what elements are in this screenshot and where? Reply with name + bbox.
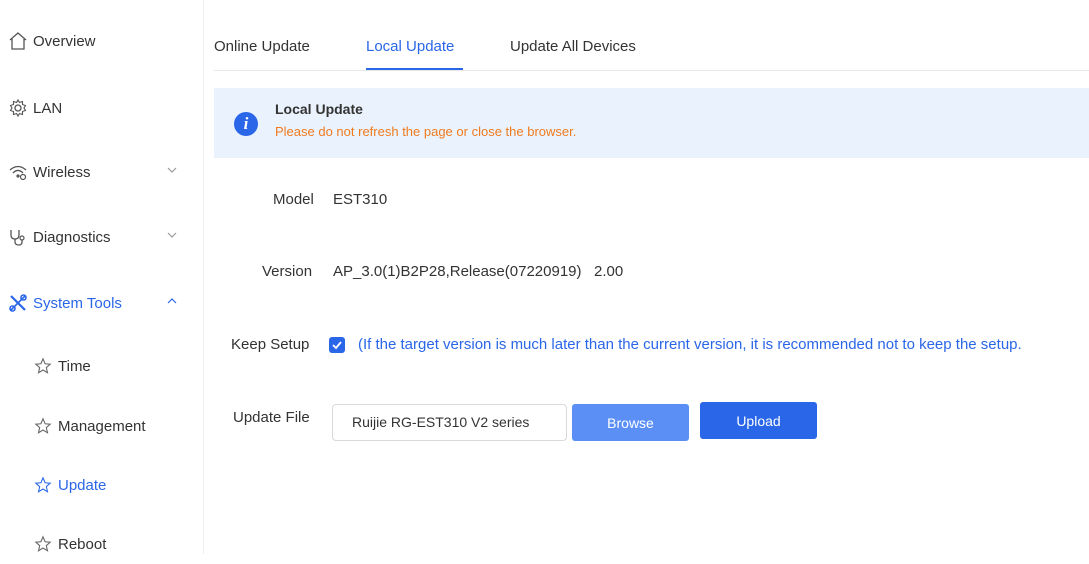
sidebar-item-wireless[interactable]: Wireless: [0, 152, 203, 192]
active-tab-indicator: [366, 68, 463, 70]
wifi-icon: [7, 161, 29, 183]
alert-title: Local Update: [275, 101, 363, 117]
sidebar-subitem-label: Time: [58, 357, 91, 375]
update-file-input[interactable]: Ruijie RG-EST310 V2 series: [332, 404, 567, 441]
browse-button[interactable]: Browse: [572, 404, 689, 441]
info-alert: i Local Update Please do not refresh the…: [214, 88, 1089, 158]
chevron-down-icon: [166, 164, 178, 176]
info-icon: i: [234, 112, 258, 136]
tab-online-update[interactable]: Online Update: [214, 38, 310, 55]
star-icon: [32, 355, 54, 377]
stethoscope-icon: [7, 226, 29, 248]
version-value: AP_3.0(1)B2P28,Release(07220919) 2.00: [333, 263, 624, 280]
update-file-label: Update File: [233, 409, 310, 426]
sidebar-item-system-tools[interactable]: System Tools: [0, 283, 203, 323]
gear-icon: [7, 97, 29, 119]
check-icon: [332, 341, 342, 350]
star-icon: [32, 474, 54, 496]
chevron-down-icon: [166, 229, 178, 241]
star-icon: [32, 415, 54, 437]
tab-local-update[interactable]: Local Update: [366, 38, 454, 55]
sidebar-item-label: Wireless: [33, 163, 91, 181]
sidebar-subitem-management[interactable]: Management: [0, 406, 203, 446]
version-label: Version: [262, 263, 313, 280]
sidebar-subitem-time[interactable]: Time: [0, 346, 203, 386]
sidebar-item-lan[interactable]: LAN: [0, 88, 203, 128]
sidebar-subitem-label: Reboot: [58, 535, 107, 553]
sidebar-item-overview[interactable]: Overview: [0, 21, 203, 61]
sidebar-item-label: Diagnostics: [33, 228, 111, 246]
model-value: EST310: [333, 191, 388, 208]
tab-bar: Online Update Local Update Update All De…: [214, 28, 1089, 71]
sidebar-item-label: System Tools: [33, 294, 122, 312]
home-icon: [7, 30, 29, 52]
tab-update-all-devices[interactable]: Update All Devices: [510, 38, 636, 55]
sidebar-subitem-update[interactable]: Update: [0, 465, 203, 505]
keep-setup-hint: (If the target version is much later tha…: [358, 336, 1022, 353]
sidebar-subitem-reboot[interactable]: Reboot: [0, 524, 203, 564]
keep-setup-label: Keep Setup: [231, 336, 310, 353]
model-label: Model: [273, 191, 314, 208]
tools-icon: [7, 292, 29, 314]
chevron-up-icon: [166, 295, 178, 307]
alert-message: Please do not refresh the page or close …: [275, 124, 577, 139]
sidebar-item-diagnostics[interactable]: Diagnostics: [0, 217, 203, 257]
sidebar-item-label: LAN: [33, 99, 63, 117]
sidebar-item-label: Overview: [33, 32, 96, 50]
sidebar-subitem-label: Update: [58, 476, 107, 494]
keep-setup-checkbox[interactable]: [329, 337, 345, 353]
upload-button[interactable]: Upload: [700, 402, 817, 439]
sidebar: Overview LAN Wireless Diagnostics System…: [0, 0, 204, 554]
sidebar-subitem-label: Management: [58, 417, 146, 435]
star-icon: [32, 533, 54, 555]
